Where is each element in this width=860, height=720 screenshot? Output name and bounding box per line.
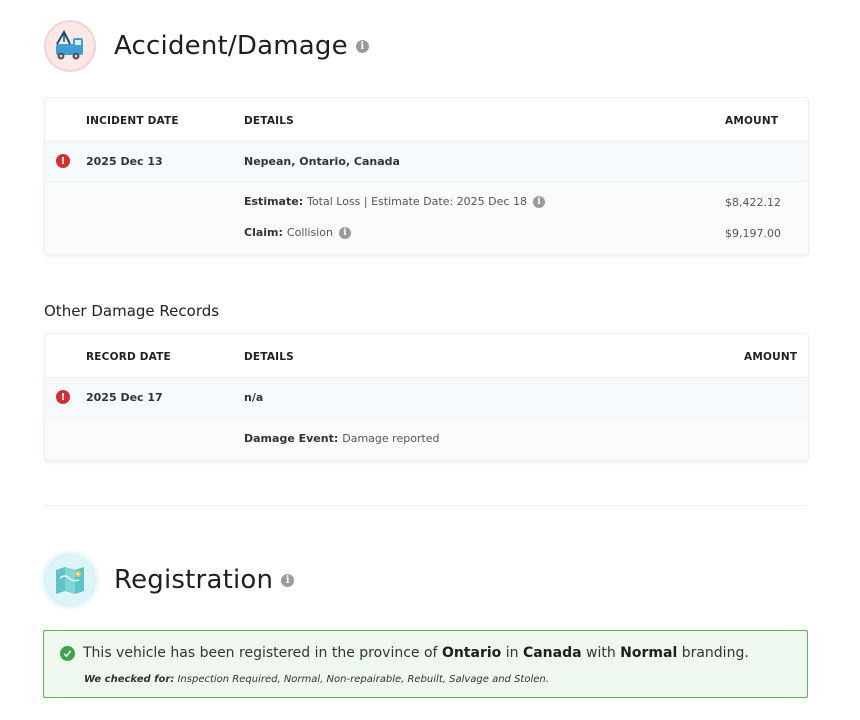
table-row: ! 2025 Dec 17 n/a: [45, 378, 808, 418]
registration-msg-prefix: This vehicle has been registered in the …: [83, 645, 438, 661]
section-title-accident: Accident/Damage: [114, 31, 348, 61]
table-header: RECORD DATE DETAILS AMOUNT: [45, 334, 808, 378]
info-icon[interactable]: i: [281, 573, 295, 587]
registration-msg-with: with: [586, 645, 616, 661]
column-header-details: DETAILS: [244, 351, 294, 363]
checked-for-line: We checked for: Inspection Required, Nor…: [84, 674, 549, 685]
damage-event-line: Damage Event: Damage reported: [244, 432, 440, 445]
table-row-details: Estimate: Total Loss | Estimate Date: 20…: [45, 182, 808, 254]
column-header-amount: AMOUNT: [744, 351, 798, 363]
damage-event-label: Damage Event:: [244, 432, 339, 445]
info-icon[interactable]: i: [338, 226, 351, 239]
table-row: ! 2025 Dec 13 Nepean, Ontario, Canada: [45, 142, 808, 182]
claim-amount: $9,197.00: [725, 227, 781, 240]
info-icon[interactable]: i: [532, 195, 545, 208]
alert-icon: !: [56, 390, 70, 404]
registration-msg-in: in: [505, 645, 519, 661]
other-damage-title: Other Damage Records: [44, 302, 220, 320]
alert-icon: !: [56, 154, 70, 168]
estimate-line: Estimate: Total Loss | Estimate Date: 20…: [244, 195, 545, 208]
registration-country: Canada: [522, 645, 582, 661]
estimate-amount: $8,422.12: [725, 196, 781, 209]
registration-msg-suffix: branding.: [681, 645, 749, 661]
damage-event-value: Damage reported: [342, 432, 440, 445]
accident-damage-header: Accident/Damage i: [46, 22, 369, 70]
claim-label: Claim:: [244, 226, 283, 239]
section-divider: [44, 505, 807, 506]
map-icon: [46, 556, 94, 604]
record-details: n/a: [244, 391, 264, 404]
claim-line: Claim: Collision i: [244, 226, 351, 239]
estimate-label: Estimate:: [244, 195, 304, 208]
section-title-registration: Registration: [114, 565, 274, 595]
estimate-value: Total Loss | Estimate Date: 2025 Dec 18: [307, 195, 527, 208]
tow-truck-icon: [46, 22, 94, 70]
incident-location: Nepean, Ontario, Canada: [244, 155, 400, 168]
registration-header: Registration i: [46, 556, 295, 604]
registration-branding: Normal: [620, 645, 678, 661]
registration-status-box: This vehicle has been registered in the …: [43, 630, 808, 698]
other-damage-table: RECORD DATE DETAILS AMOUNT ! 2025 Dec 17…: [44, 333, 809, 461]
checked-for-label: We checked for:: [84, 674, 175, 685]
table-header: INCIDENT DATE DETAILS AMOUNT: [45, 98, 808, 142]
column-header-date: INCIDENT DATE: [86, 115, 179, 127]
accident-table: INCIDENT DATE DETAILS AMOUNT ! 2025 Dec …: [44, 97, 809, 255]
info-icon[interactable]: i: [355, 39, 369, 53]
record-date: 2025 Dec 17: [86, 391, 163, 404]
claim-value: Collision: [286, 226, 333, 239]
registration-province: Ontario: [441, 645, 502, 661]
checked-for-items: Inspection Required, Normal, Non-repaira…: [177, 674, 549, 685]
registration-message: This vehicle has been registered in the …: [83, 645, 749, 661]
column-header-amount: AMOUNT: [725, 115, 779, 127]
column-header-date: RECORD DATE: [86, 351, 171, 363]
check-circle-icon: [60, 646, 75, 661]
incident-date: 2025 Dec 13: [86, 155, 163, 168]
column-header-details: DETAILS: [244, 115, 294, 127]
table-row-details: Damage Event: Damage reported: [45, 418, 808, 460]
